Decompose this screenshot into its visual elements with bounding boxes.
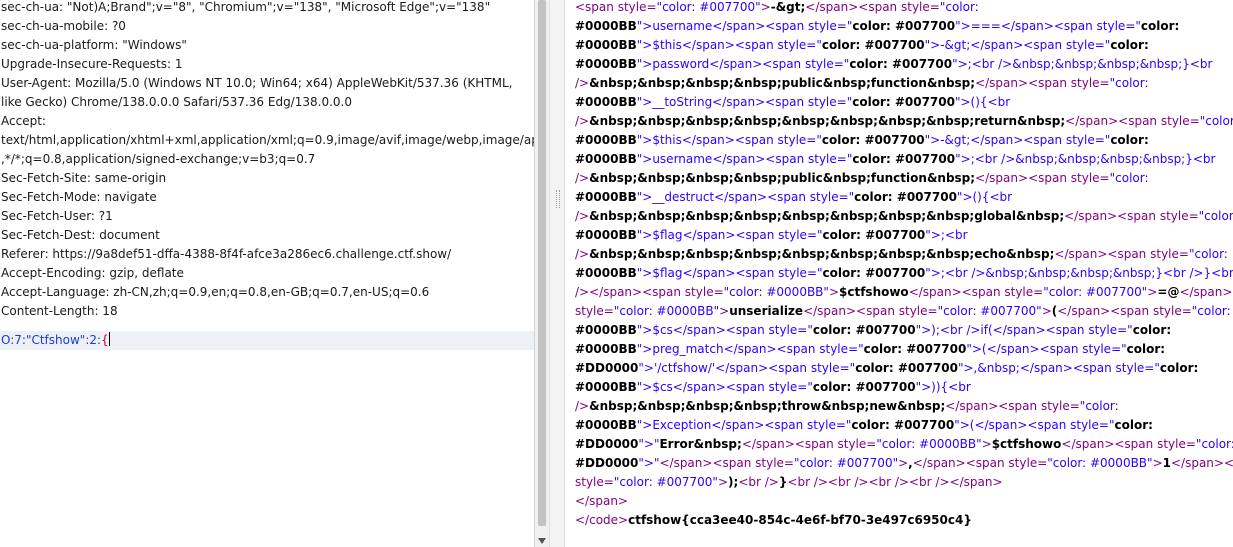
- response-line: />&nbsp;&nbsp;&nbsp;&nbsp;&nbsp;&nbsp;&n…: [575, 247, 1228, 261]
- request-header-line: Sec-Fetch-Site: same-origin: [1, 171, 167, 185]
- splitter-grip-icon[interactable]: [556, 190, 560, 208]
- request-editor[interactable]: sec-ch-ua: "Not)A;Brand";v="8", "Chromiu…: [0, 0, 534, 547]
- response-line: />&nbsp;&nbsp;&nbsp;&nbsp;public&nbsp;fu…: [575, 171, 1149, 185]
- request-header-line: Sec-Fetch-Dest: document: [1, 228, 160, 242]
- response-line: />&nbsp;&nbsp;&nbsp;&nbsp;&nbsp;&nbsp;&n…: [575, 114, 1233, 128]
- text-cursor: [108, 332, 110, 346]
- response-line: </code>ctfshow{cca3ee40-854c-4e6f-bf70-3…: [575, 513, 972, 527]
- response-line: #0000BB">username</span><span style="col…: [575, 19, 1180, 33]
- request-body-line[interactable]: O:7:"Ctfshow":2:{: [0, 331, 534, 350]
- request-header-line: like Gecko) Chrome/138.0.0.0 Safari/537.…: [1, 95, 352, 109]
- response-viewer[interactable]: <span style="color: #007700">-&gt;</span…: [564, 0, 1233, 547]
- request-body[interactable]: O:7:"Ctfshow":2:{: [1, 331, 110, 350]
- response-line: />&nbsp;&nbsp;&nbsp;&nbsp;public&nbsp;fu…: [575, 76, 1149, 90]
- scrollbar-thumb[interactable]: [538, 0, 546, 526]
- response-line: #0000BB">$this</span><span style="color:…: [575, 133, 1149, 147]
- response-line: #0000BB">preg_match</span><span style="c…: [575, 342, 1166, 356]
- response-line: style="color: #007700">);<br />}<br /><b…: [575, 475, 1003, 489]
- request-scrollbar[interactable]: [534, 0, 549, 547]
- request-header-line: sec-ch-ua: "Not)A;Brand";v="8", "Chromiu…: [1, 0, 491, 14]
- request-header-line: sec-ch-ua-platform: "Windows": [1, 38, 187, 52]
- request-header-line: Accept:: [1, 114, 46, 128]
- response-line: style="color: #0000BB">unserialize</span…: [575, 304, 1231, 318]
- response-line: #0000BB">__destruct</span><span style="c…: [575, 190, 1013, 204]
- response-line: />&nbsp;&nbsp;&nbsp;&nbsp;&nbsp;&nbsp;&n…: [575, 209, 1233, 223]
- response-line: #0000BB">Exception</span><span style="co…: [575, 418, 1153, 432]
- request-body-brace: {: [101, 333, 109, 347]
- request-header-line: Upgrade-Insecure-Requests: 1: [1, 57, 183, 71]
- request-header-line: sec-ch-ua-mobile: ?0: [1, 19, 126, 33]
- response-line: #0000BB">username</span><span style="col…: [575, 152, 1216, 166]
- response-line: #0000BB">$cs</span><span style="color: #…: [575, 380, 971, 394]
- request-header-line: ,*/*;q=0.8,application/signed-exchange;v…: [1, 152, 316, 166]
- request-header-line: text/html,application/xhtml+xml,applicat…: [1, 133, 534, 147]
- response-line: #DD0000">"Error&nbsp;</span><span style=…: [575, 437, 1233, 451]
- request-header-line: Accept-Encoding: gzip, deflate: [1, 266, 184, 280]
- request-header-line: User-Agent: Mozilla/5.0 (Windows NT 10.0…: [1, 76, 513, 90]
- response-line: #DD0000">"</span><span style="color: #00…: [575, 456, 1233, 470]
- response-line: #0000BB">$flag</span><span style="color:…: [575, 266, 1233, 280]
- response-line: #DD0000">'/ctfshow/'</span><span style="…: [575, 361, 1199, 375]
- request-header-line: Referer: https://9a8def51-dffa-4388-8f4f…: [1, 247, 452, 261]
- scroll-down-arrow-icon[interactable]: [538, 538, 546, 544]
- response-line: #0000BB">$this</span><span style="color:…: [575, 38, 1149, 52]
- response-line: #0000BB">$cs</span><span style="color: #…: [575, 323, 1172, 337]
- request-header-line: Content-Length: 18: [1, 304, 118, 318]
- response-line: <span style="color: #007700">-&gt;</span…: [575, 0, 979, 14]
- response-line: #0000BB">__toString</span><span style="c…: [575, 95, 1011, 109]
- response-line: />&nbsp;&nbsp;&nbsp;&nbsp;throw&nbsp;new…: [575, 399, 1119, 413]
- request-header-line: Sec-Fetch-Mode: navigate: [1, 190, 157, 204]
- request-header-line: Sec-Fetch-User: ?1: [1, 209, 113, 223]
- response-line: #0000BB">$flag</span><span style="color:…: [575, 228, 968, 242]
- response-line: /></span><span style="color: #0000BB">$c…: [575, 285, 1233, 299]
- response-line: #0000BB">password</span><span style="col…: [575, 57, 1213, 71]
- request-body-text: O:7:"Ctfshow":2:: [1, 333, 102, 347]
- request-header-line: Accept-Language: zh-CN,zh;q=0.9,en;q=0.8…: [1, 285, 430, 299]
- pane-splitter[interactable]: [549, 0, 565, 547]
- response-line: </span>: [575, 494, 628, 508]
